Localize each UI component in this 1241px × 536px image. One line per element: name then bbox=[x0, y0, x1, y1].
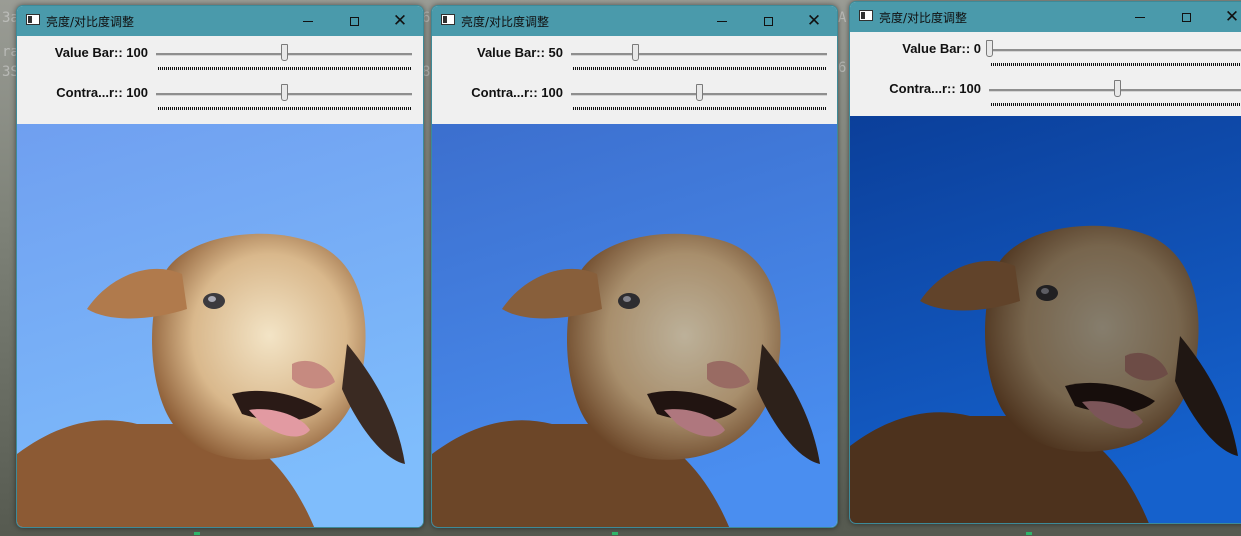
trackbar-panel: Value Bar:: 50 Contra...r:: 100 bbox=[432, 36, 837, 124]
contrast-bar-track[interactable] bbox=[156, 84, 412, 101]
contrast-bar-track[interactable] bbox=[989, 80, 1241, 97]
minimize-button[interactable] bbox=[1117, 2, 1163, 32]
trackbar-panel: Value Bar:: 100 Contra...r:: 100 bbox=[17, 36, 423, 124]
minimize-button[interactable] bbox=[285, 6, 331, 36]
minimize-icon bbox=[717, 20, 727, 22]
value-bar-track[interactable] bbox=[571, 44, 827, 61]
close-button[interactable]: ✕ bbox=[791, 6, 837, 36]
contrast-bar-label: Contra...r:: 100 bbox=[889, 81, 981, 96]
maximize-icon bbox=[1181, 12, 1191, 22]
trackbar-panel: Value Bar:: 0 Contra...r:: 100 bbox=[850, 32, 1241, 120]
close-icon: ✕ bbox=[1224, 6, 1240, 27]
window-title: 亮度/对比度调整 bbox=[46, 15, 135, 29]
contrast-bar-thumb[interactable] bbox=[1114, 80, 1121, 97]
lamb-photo bbox=[432, 124, 837, 527]
contrast-bar-thumb[interactable] bbox=[281, 84, 288, 101]
contrast-bar-label: Contra...r:: 100 bbox=[56, 85, 148, 100]
contrast-bar-row: Contra...r:: 100 bbox=[17, 82, 423, 122]
title-bar[interactable]: 亮度/对比度调整 ✕ bbox=[850, 2, 1241, 32]
contrast-bar-row: Contra...r:: 100 bbox=[432, 82, 837, 122]
lamb-head bbox=[152, 233, 366, 460]
contrast-bar-ticks bbox=[991, 103, 1241, 106]
contrast-bar-label: Contra...r:: 100 bbox=[471, 85, 563, 100]
console-text: 6 bbox=[838, 60, 847, 76]
maximize-button[interactable] bbox=[745, 6, 791, 36]
value-bar-thumb[interactable] bbox=[632, 44, 639, 61]
contrast-bar-thumb[interactable] bbox=[696, 84, 703, 101]
contrast-bar-row: Contra...r:: 100 bbox=[850, 78, 1241, 118]
value-bar-thumb[interactable] bbox=[281, 44, 288, 61]
desktop: 3a ra 3S 6: 8e A 6 亮度/对比度调整 ✕ Value Bar:… bbox=[0, 0, 1241, 536]
image-display bbox=[850, 116, 1241, 523]
maximize-button[interactable] bbox=[1163, 2, 1209, 32]
contrast-bar-ticks bbox=[158, 107, 411, 110]
value-bar-ticks bbox=[991, 63, 1241, 66]
lamb-photo bbox=[850, 116, 1241, 523]
value-bar-label: Value Bar:: 50 bbox=[477, 45, 563, 60]
maximize-icon bbox=[349, 16, 359, 26]
value-bar-row: Value Bar:: 100 bbox=[17, 42, 423, 82]
lamb-eye-shine bbox=[1041, 288, 1049, 294]
value-bar-ticks bbox=[158, 67, 411, 70]
contrast-bar-ticks bbox=[573, 107, 826, 110]
lamb-eye-shine bbox=[208, 296, 216, 302]
window-title: 亮度/对比度调整 bbox=[461, 15, 550, 29]
taskbar-indicator bbox=[1026, 532, 1032, 535]
lamb-head bbox=[567, 233, 781, 460]
value-bar-row: Value Bar:: 0 bbox=[850, 38, 1241, 78]
lamb-eye-shine bbox=[623, 296, 631, 302]
title-bar[interactable]: 亮度/对比度调整 ✕ bbox=[17, 6, 423, 36]
minimize-button[interactable] bbox=[699, 6, 745, 36]
value-bar-ticks bbox=[573, 67, 826, 70]
lamb-head bbox=[985, 225, 1199, 452]
image-display bbox=[432, 124, 837, 527]
close-icon: ✕ bbox=[392, 10, 408, 31]
maximize-icon bbox=[763, 16, 773, 26]
image-display bbox=[17, 124, 423, 527]
minimize-icon bbox=[1135, 16, 1145, 18]
close-button[interactable]: ✕ bbox=[377, 6, 423, 36]
app-window-icon bbox=[859, 10, 873, 21]
value-bar-thumb[interactable] bbox=[986, 40, 993, 57]
window-title: 亮度/对比度调整 bbox=[879, 11, 968, 25]
value-bar-label: Value Bar:: 0 bbox=[902, 41, 981, 56]
adjust-window-3[interactable]: 亮度/对比度调整 ✕ Value Bar:: 0 Contra...r:: 10… bbox=[849, 1, 1241, 524]
console-text: A bbox=[838, 10, 847, 26]
app-window-icon bbox=[26, 14, 40, 25]
adjust-window-1[interactable]: 亮度/对比度调整 ✕ Value Bar:: 100 Contra...r:: … bbox=[16, 5, 424, 528]
app-window-icon bbox=[441, 14, 455, 25]
title-bar[interactable]: 亮度/对比度调整 ✕ bbox=[432, 6, 837, 36]
value-bar-track[interactable] bbox=[986, 40, 1241, 57]
value-bar-label: Value Bar:: 100 bbox=[54, 45, 148, 60]
contrast-bar-track[interactable] bbox=[571, 84, 827, 101]
lamb-photo bbox=[17, 124, 423, 527]
close-icon: ✕ bbox=[806, 10, 822, 31]
taskbar-indicator bbox=[612, 532, 618, 535]
adjust-window-2[interactable]: 亮度/对比度调整 ✕ Value Bar:: 50 Contra...r:: 1… bbox=[431, 5, 838, 528]
taskbar-indicator bbox=[194, 532, 200, 535]
minimize-icon bbox=[303, 20, 313, 22]
maximize-button[interactable] bbox=[331, 6, 377, 36]
close-button[interactable]: ✕ bbox=[1209, 2, 1241, 32]
value-bar-row: Value Bar:: 50 bbox=[432, 42, 837, 82]
value-bar-track[interactable] bbox=[156, 44, 412, 61]
